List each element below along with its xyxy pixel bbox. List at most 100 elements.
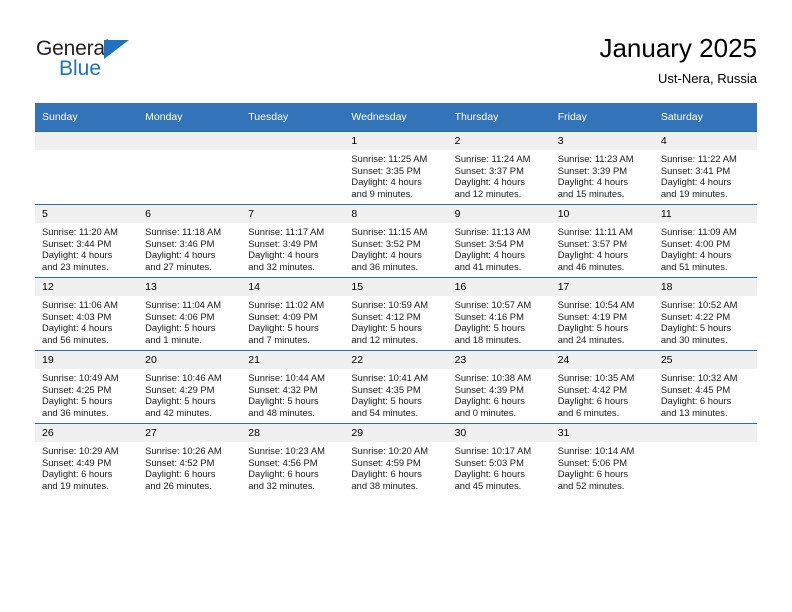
calendar-week-row: 19 Sunrise: 10:49 AM Sunset: 4:25 PM Daylig… [35,350,757,424]
calendar-day-cell[interactable]: 15 Sunrise: 10:59 AM Sunset: 4:12 PM Daylig… [344,277,448,351]
sunrise-text: Sunrise: 10:54 AM [557,299,635,310]
calendar-day-cell[interactable]: 31 Sunrise: 10:14 AM Sunset: 5:06 PM Daylig… [550,423,654,496]
day-details: Sunrise: 10:35 AM Sunset: 4:42 PM Daylight… [551,369,654,418]
calendar-day-cell[interactable]: 9 Sunrise: 11:13 AM Sunset: 3:54 PM Dayligh… [447,204,551,278]
calendar-day-cell[interactable]: 16 Sunrise: 10:57 AM Sunset: 4:16 PM Daylig… [447,277,551,351]
daylight-text-line2: and 26 minutes. [145,479,212,491]
day-details: Sunrise: 11:25 AM Sunset: 3:35 PM Daylight… [344,150,447,199]
day-details: Sunrise: 10:23 AM Sunset: 4:56 PM Daylight… [241,442,344,491]
sunrise-text: Sunrise: 10:46 AM [145,372,222,383]
sunrise-text: Sunrise: 11:04 AM [145,299,222,310]
weekday-header-friday: Friday [550,103,654,132]
calendar-day-cell[interactable]: 8 Sunrise: 11:15 AM Sunset: 3:52 PM Dayligh… [344,204,448,278]
sunrise-text: Sunrise: 11:09 AM [660,226,737,237]
sunset-text: Sunset: 4:29 PM [145,383,215,395]
calendar-day-cell[interactable]: 3 Sunrise: 11:23 AM Sunset: 3:39 PM Dayligh… [550,131,654,205]
sunset-text: Sunset: 4:00 PM [660,237,731,249]
daylight-text-line2: and 15 minutes. [557,187,625,199]
calendar-day-cell[interactable]: 2 Sunrise: 11:24 AM Sunset: 3:37 PM Dayligh… [447,131,551,205]
daylight-text-line1: Daylight: 5 hours [454,322,525,334]
weekday-header-sunday: Sunday [35,103,139,132]
calendar-day-cell[interactable]: 25 Sunrise: 10:32 AM Sunset: 4:45 PM Daylig… [653,350,757,424]
daylight-text-line1: Daylight: 4 hours [454,249,525,261]
day-details: Sunrise: 10:20 AM Sunset: 4:59 PM Daylight… [344,442,447,491]
day-details: Sunrise: 11:23 AM Sunset: 3:39 PM Daylight… [551,150,654,199]
sunrise-text: Sunrise: 11:11 AM [557,226,633,237]
calendar-day-cell[interactable]: 24 Sunrise: 10:35 AM Sunset: 4:42 PM Daylig… [550,350,654,424]
daylight-text-line1: Daylight: 4 hours [145,249,216,261]
day-number: 14 [241,278,345,296]
calendar-day-cell[interactable]: 14 Sunrise: 11:02 AM Sunset: 4:09 PM Daylig… [241,277,345,351]
day-details: Sunrise: 11:02 AM Sunset: 4:09 PM Daylight… [241,296,344,345]
day-details: Sunrise: 11:24 AM Sunset: 3:37 PM Daylight… [448,150,551,199]
calendar-day-cell[interactable]: 17 Sunrise: 10:54 AM Sunset: 4:19 PM Daylig… [550,277,654,351]
calendar-day-cell[interactable]: 22 Sunrise: 10:41 AM Sunset: 4:35 PM Daylig… [344,350,448,424]
day-details: Sunrise: 10:32 AM Sunset: 4:45 PM Daylight… [654,369,757,418]
calendar-day-cell[interactable]: 11 Sunrise: 11:09 AM Sunset: 4:00 PM Daylig… [653,204,757,278]
calendar-day-cell[interactable]: 12 Sunrise: 11:06 AM Sunset: 4:03 PM Daylig… [35,277,139,351]
daylight-text-line1: Daylight: 4 hours [351,176,422,188]
day-details [654,442,757,445]
sunrise-text: Sunrise: 11:02 AM [248,299,325,310]
day-number: 24 [550,351,654,369]
calendar-day-cell[interactable]: 21 Sunrise: 10:44 AM Sunset: 4:32 PM Daylig… [241,350,345,424]
calendar-cell-empty [653,423,757,496]
sunrise-text: Sunrise: 11:17 AM [248,226,325,237]
sunset-text: Sunset: 3:37 PM [454,164,524,176]
daylight-text-line2: and 38 minutes. [351,479,419,491]
daylight-text-line2: and 12 minutes. [351,333,419,345]
logo-text-blue: Blue [59,57,102,80]
day-number: 28 [241,424,345,442]
sunset-text: Sunset: 4:03 PM [42,310,112,322]
sunset-text: Sunset: 4:52 PM [145,456,215,468]
sunset-text: Sunset: 4:09 PM [248,310,318,322]
daylight-text-line1: Daylight: 5 hours [351,395,422,407]
calendar-day-cell[interactable]: 4 Sunrise: 11:22 AM Sunset: 3:41 PM Dayligh… [653,131,757,205]
daylight-text-line2: and 12 minutes. [454,187,522,199]
day-details: Sunrise: 10:49 AM Sunset: 4:25 PM Daylight… [35,369,138,418]
day-details: Sunrise: 10:17 AM Sunset: 5:03 PM Daylight… [448,442,551,491]
sunset-text: Sunset: 3:35 PM [351,164,421,176]
calendar-day-cell[interactable]: 27 Sunrise: 10:26 AM Sunset: 4:52 PM Daylig… [138,423,242,496]
daylight-text-line1: Daylight: 5 hours [145,395,216,407]
calendar-cell-empty [138,131,242,205]
calendar-day-cell[interactable]: 30 Sunrise: 10:17 AM Sunset: 5:03 PM Daylig… [447,423,551,496]
calendar-day-cell[interactable]: 7 Sunrise: 11:17 AM Sunset: 3:49 PM Dayligh… [241,204,345,278]
sunset-text: Sunset: 4:45 PM [660,383,731,395]
general-blue-logo[interactable]: General Blue [36,38,206,86]
day-details: Sunrise: 11:11 AM Sunset: 3:57 PM Daylight… [551,223,654,272]
calendar-day-cell[interactable]: 10 Sunrise: 11:11 AM Sunset: 3:57 PM Daylig… [550,204,654,278]
calendar-week-row: 1 Sunrise: 11:25 AM Sunset: 3:35 PM Dayligh… [35,131,757,205]
sunset-text: Sunset: 3:57 PM [557,237,628,249]
calendar-day-cell[interactable]: 6 Sunrise: 11:18 AM Sunset: 3:46 PM Dayligh… [138,204,242,278]
daylight-text-line2: and 46 minutes. [557,260,625,272]
day-number: 3 [550,132,654,150]
calendar-day-cell[interactable]: 28 Sunrise: 10:23 AM Sunset: 4:56 PM Daylig… [241,423,345,496]
sunset-text: Sunset: 4:06 PM [145,310,215,322]
sunset-text: Sunset: 3:49 PM [248,237,318,249]
daylight-text-line2: and 36 minutes. [42,406,109,418]
day-number: 12 [35,278,139,296]
page-subtitle-location: Ust-Nera, Russia [658,71,757,86]
calendar-page: General Blue January 2025 Ust-Nera, Russ… [0,0,792,612]
calendar-day-cell[interactable]: 5 Sunrise: 11:20 AM Sunset: 3:44 PM Dayligh… [35,204,139,278]
calendar-day-cell[interactable]: 18 Sunrise: 10:52 AM Sunset: 4:22 PM Daylig… [653,277,757,351]
day-details: Sunrise: 10:57 AM Sunset: 4:16 PM Daylight… [448,296,551,345]
sunrise-text: Sunrise: 11:22 AM [660,153,737,164]
calendar-day-cell[interactable]: 29 Sunrise: 10:20 AM Sunset: 4:59 PM Daylig… [344,423,448,496]
day-details [138,150,241,153]
daylight-text-line1: Daylight: 6 hours [454,395,525,407]
calendar-day-cell[interactable]: 1 Sunrise: 11:25 AM Sunset: 3:35 PM Dayligh… [344,131,448,205]
calendar-day-cell[interactable]: 20 Sunrise: 10:46 AM Sunset: 4:29 PM Daylig… [138,350,242,424]
day-number: 1 [344,132,448,150]
calendar-day-cell[interactable]: 23 Sunrise: 10:38 AM Sunset: 4:39 PM Daylig… [447,350,551,424]
daylight-text-line1: Daylight: 4 hours [42,322,113,334]
calendar-day-cell[interactable]: 13 Sunrise: 11:04 AM Sunset: 4:06 PM Daylig… [138,277,242,351]
sunset-text: Sunset: 3:39 PM [557,164,628,176]
calendar-day-cell[interactable]: 19 Sunrise: 10:49 AM Sunset: 4:25 PM Daylig… [35,350,139,424]
sunset-text: Sunset: 4:25 PM [42,383,112,395]
daylight-text-line1: Daylight: 6 hours [557,395,629,407]
calendar-day-cell[interactable]: 26 Sunrise: 10:29 AM Sunset: 4:49 PM Daylig… [35,423,139,496]
daylight-text-line1: Daylight: 4 hours [557,249,629,261]
daylight-text-line2: and 51 minutes. [660,260,728,272]
